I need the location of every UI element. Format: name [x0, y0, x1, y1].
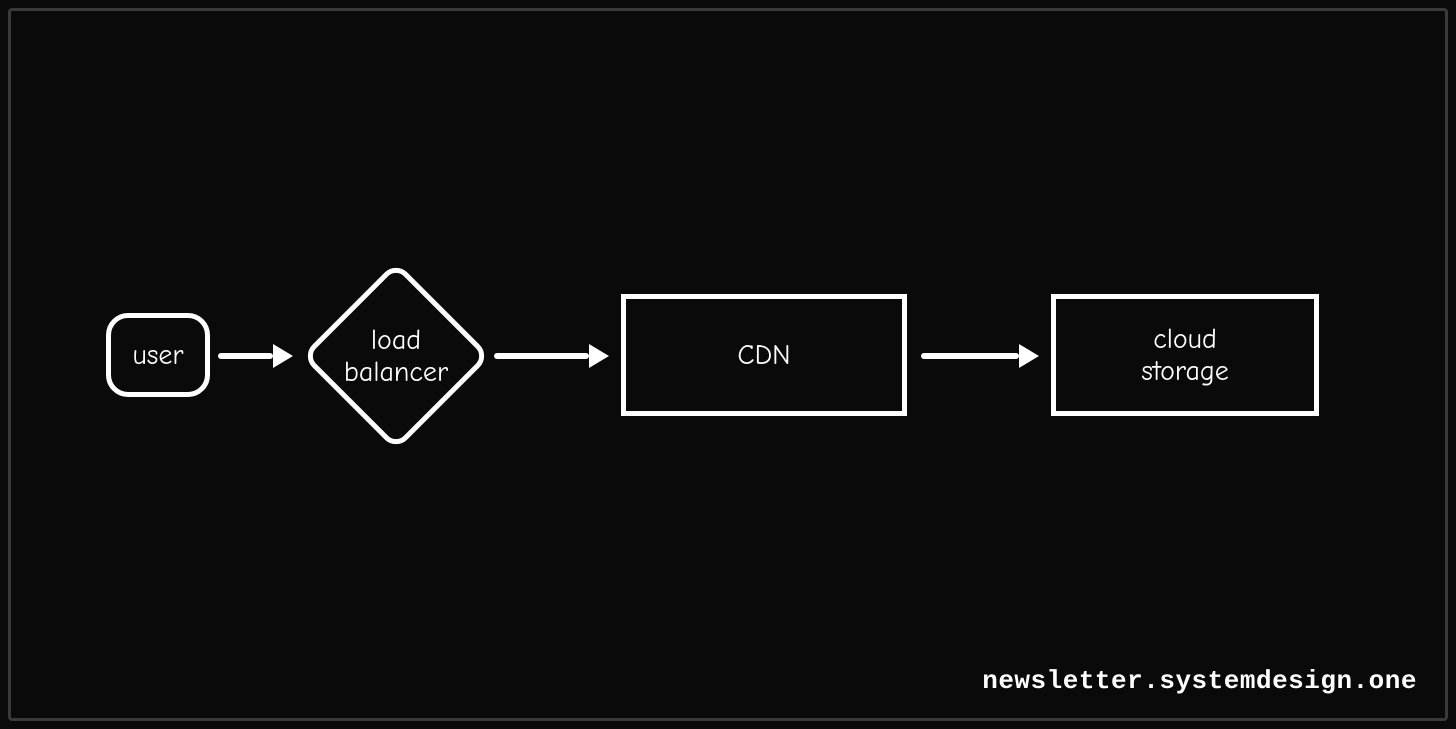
arrow-shaft — [921, 353, 1019, 359]
arrow-shaft — [494, 353, 589, 359]
arrow-head-icon — [1019, 344, 1039, 368]
node-cloud-storage: cloud storage — [1051, 294, 1319, 416]
diagram-frame: user load balancer CDN cloud — [8, 8, 1448, 721]
node-load-balancer-label: load balancer — [344, 324, 448, 388]
arrow-shaft — [218, 353, 273, 359]
node-user: user — [106, 313, 210, 397]
attribution-text: newsletter.systemdesign.one — [982, 666, 1417, 696]
arrow-head-icon — [273, 344, 293, 368]
lb-label-line1: load — [371, 324, 421, 356]
node-load-balancer: load balancer — [301, 261, 491, 451]
node-cdn: CDN — [621, 294, 907, 416]
node-cdn-label: CDN — [737, 339, 790, 371]
cloud-label-line1: cloud — [1153, 323, 1217, 355]
cloud-label-line2: storage — [1141, 355, 1229, 387]
lb-label-line2: balancer — [344, 356, 448, 388]
arrow-head-icon — [589, 344, 609, 368]
node-user-label: user — [132, 339, 183, 371]
diagram-canvas: user load balancer CDN cloud — [11, 11, 1445, 718]
node-cloud-storage-label: cloud storage — [1141, 323, 1229, 387]
